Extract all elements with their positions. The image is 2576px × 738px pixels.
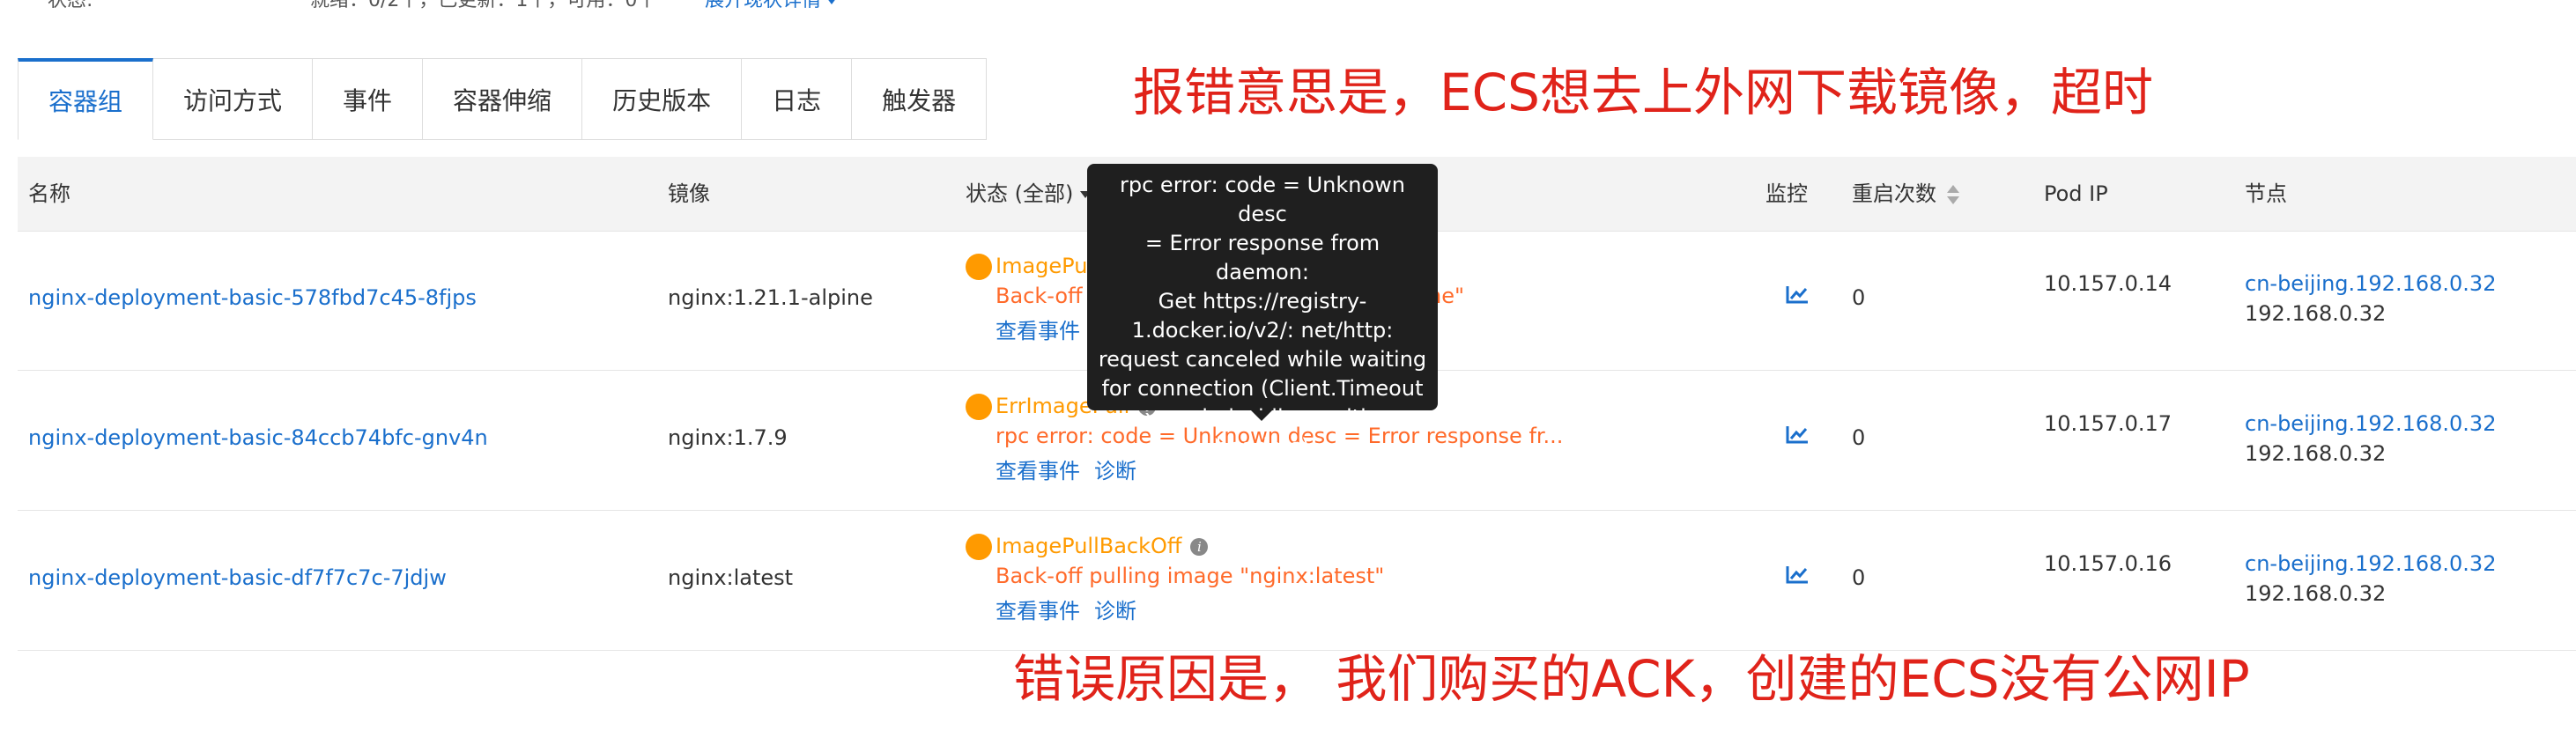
diagnose-link[interactable]: 诊断 [1094,594,1136,624]
info-icon[interactable]: i [1190,538,1209,556]
tooltip-line: headers) [1215,434,1310,459]
sort-icon [1947,185,1959,204]
status-warning-icon [966,394,992,420]
view-events-link[interactable]: 查看事件 [996,314,1080,344]
status-warning-icon [966,534,992,560]
tab-label: 容器组 [48,87,123,116]
monitor-chart-icon[interactable] [1785,564,1810,585]
tab-label: 访问方式 [183,85,283,115]
image-value: nginx:1.21.1-alpine [668,285,873,310]
pod-name-link[interactable]: nginx-deployment-basic-84ccb74bfc-gnv4n [28,425,488,450]
tooltip-line: rpc error: code = Unknown desc [1120,173,1405,226]
pod-name-link[interactable]: nginx-deployment-basic-df7f7c7c-7jdjw [28,565,447,590]
monitor-chart-icon[interactable] [1785,284,1810,305]
header-name: 名称 [28,181,70,206]
node-link[interactable]: cn-beijing.192.168.0.32 [2245,551,2496,576]
node-ip: 192.168.0.32 [2245,441,2387,466]
tooltip-line: = Error response from daemon: [1144,231,1381,284]
tooltip-line: 1.docker.io/v2/: net/http: [1131,318,1394,343]
tab-label: 容器伸缩 [453,85,552,115]
node-ip: 192.168.0.32 [2245,301,2387,326]
view-events-link[interactable]: 查看事件 [996,594,1080,624]
tab-scaling[interactable]: 容器伸缩 [423,59,583,140]
header-node: 节点 [2245,181,2287,206]
status-line: 状态: 就绪：0/2个，已更新：1个，可用：0个 展开现状详情 [0,0,2576,14]
tab-label: 历史版本 [612,85,712,115]
annotation-bottom: 错误原因是， 我们购买的ACK，创建的ECS没有公网IP [1013,649,2250,709]
caret-down-icon [826,0,838,4]
view-events-link[interactable]: 查看事件 [996,454,1080,484]
status-value: 就绪：0/2个，已更新：1个，可用：0个 [310,0,657,11]
header-status[interactable]: 状态 (全部) [966,157,1092,231]
header-monitor: 监控 [1765,181,1808,206]
error-tooltip: rpc error: code = Unknown desc = Error r… [1087,164,1438,459]
table-row: nginx-deployment-basic-df7f7c7c-7jdjw ng… [18,511,2576,651]
tab-label: 事件 [343,85,393,115]
status-label: 状态: [48,0,93,11]
pod-ip: 10.157.0.17 [2044,411,2173,436]
node-ip: 192.168.0.32 [2245,581,2387,606]
tab-pods[interactable]: 容器组 [18,58,154,140]
header-restarts-label: 重启次数 [1852,181,1936,206]
tab-events[interactable]: 事件 [313,59,424,140]
node-link[interactable]: cn-beijing.192.168.0.32 [2245,411,2496,436]
tooltip-line: for connection (Client.Timeout [1101,376,1424,401]
annotation-top: 报错意思是，ECS想去上外网下载镜像，超时 [1133,63,2153,122]
pod-name-link[interactable]: nginx-deployment-basic-578fbd7c45-8fjps [28,285,477,310]
status-label: ImagePullBackOff [996,534,1182,558]
tab-logs[interactable]: 日志 [742,59,853,140]
tab-triggers[interactable]: 触发器 [852,59,988,140]
restart-count: 0 [1852,285,1866,310]
header-restarts[interactable]: 重启次数 [1852,157,1959,231]
status-text: ImagePullBackOff i [996,534,1209,558]
restart-count: 0 [1852,425,1866,450]
tab-label: 日志 [772,85,822,115]
status-message: Back-off pulling image "nginx:latest" [996,564,1385,588]
header-status-label: 状态 (全部) [966,181,1074,206]
node-link[interactable]: cn-beijing.192.168.0.32 [2245,271,2496,296]
pod-ip: 10.157.0.14 [2044,271,2173,296]
status-warning-icon [966,254,992,280]
tab-bar: 容器组 访问方式 事件 容器伸缩 历史版本 日志 触发器 [18,58,988,142]
expand-status-link[interactable]: 展开现状详情 [705,0,838,12]
header-image: 镜像 [668,181,710,206]
image-value: nginx:latest [668,565,794,590]
monitor-chart-icon[interactable] [1785,424,1810,445]
tab-access[interactable]: 访问方式 [153,59,314,140]
image-value: nginx:1.7.9 [668,425,788,450]
pod-ip: 10.157.0.16 [2044,551,2173,576]
header-pod-ip: Pod IP [2044,181,2108,206]
tab-history[interactable]: 历史版本 [582,59,743,140]
tab-label: 触发器 [882,85,957,115]
expand-status-label: 展开现状详情 [705,0,822,11]
tooltip-line: request canceled while waiting [1098,347,1427,372]
tooltip-arrow-icon [1251,410,1272,421]
restart-count: 0 [1852,565,1866,590]
tooltip-line: Get https://registry- [1158,289,1367,314]
